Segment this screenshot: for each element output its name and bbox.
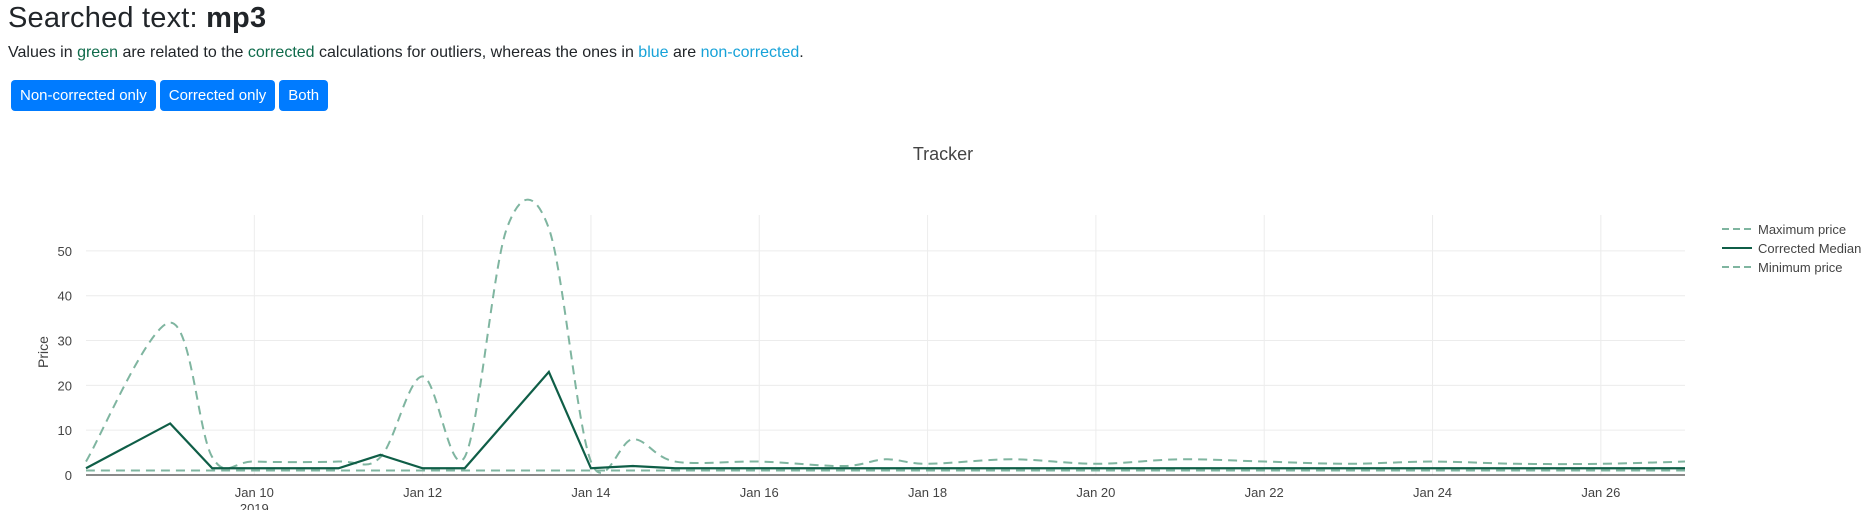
y-axis: 0 10 20 30 40 50 (58, 244, 72, 483)
legend-label: Corrected Median (1758, 241, 1861, 256)
corrected-only-button[interactable]: Corrected only (159, 80, 276, 111)
desc-green-word: green (77, 44, 118, 61)
desc-text: Values in (8, 44, 78, 61)
x-tick-label: Jan 14 (571, 485, 610, 500)
x-tick-label: Jan 24 (1413, 485, 1452, 500)
desc-noncorrected-word: non-corrected (700, 44, 800, 61)
page-title: Searched text: mp3 (8, 0, 266, 36)
x-tick-label: Jan 10 (235, 485, 274, 500)
x-tick-sublabel: 2019 (240, 501, 269, 510)
desc-corrected-word: corrected (247, 44, 315, 61)
series-line-corrected-median (85, 369, 1685, 470)
legend: Maximum price Corrected Median Minimum pri… (1722, 222, 1861, 275)
x-tick-label: Jan 22 (1245, 485, 1284, 500)
title-prefix: Searched text: (8, 2, 207, 34)
desc-text: . (799, 44, 804, 61)
series-line-maximum-price (85, 198, 1686, 474)
view-toggle-group: Non-corrected only Corrected only Both (11, 80, 329, 111)
x-tick-label: Jan 12 (403, 485, 442, 500)
x-tick-label: Jan 20 (1076, 485, 1115, 500)
page: Searched text: mp3 Values in green are r… (0, 0, 1870, 515)
x-tick-label: Jan 16 (740, 485, 779, 500)
y-tick-label: 40 (58, 289, 72, 304)
desc-blue-word: blue (638, 44, 669, 61)
desc-text: calculations for outliers, whereas the o… (314, 44, 639, 61)
x-tick-label: Jan 26 (1581, 485, 1620, 500)
tracker-chart: Tracker 0 10 20 30 40 50 Jan 10 2019 Jan 12 Jan … (0, 130, 1870, 515)
y-tick-label: 10 (58, 423, 72, 438)
y-axis-label: Price (35, 336, 51, 368)
y-tick-label: 0 (65, 468, 72, 483)
y-tick-label: 20 (58, 378, 72, 393)
legend-label: Minimum price (1758, 260, 1843, 275)
legend-description: Values in green are related to the corre… (8, 42, 804, 64)
non-corrected-only-button[interactable]: Non-corrected only (11, 80, 156, 111)
chart-title: Tracker (913, 144, 973, 164)
search-term: mp3 (206, 2, 267, 34)
desc-text: are related to the (118, 44, 248, 61)
desc-text: are (668, 44, 701, 61)
series-group (85, 198, 1686, 474)
chart-svg: Tracker 01020304050 Jan 102019Jan 12 Jan … (35, 144, 1861, 515)
y-tick-label: 50 (58, 244, 72, 259)
grid (86, 215, 1685, 476)
x-axis: Jan 102019 Jan 12 Jan 14 Jan 16 Jan 18 Jan 20… (235, 485, 1621, 515)
y-tick-label: 30 (58, 334, 72, 349)
legend-label: Maximum price (1758, 222, 1846, 237)
both-button[interactable]: Both (279, 80, 329, 111)
x-tick-label: Jan 18 (908, 485, 947, 500)
